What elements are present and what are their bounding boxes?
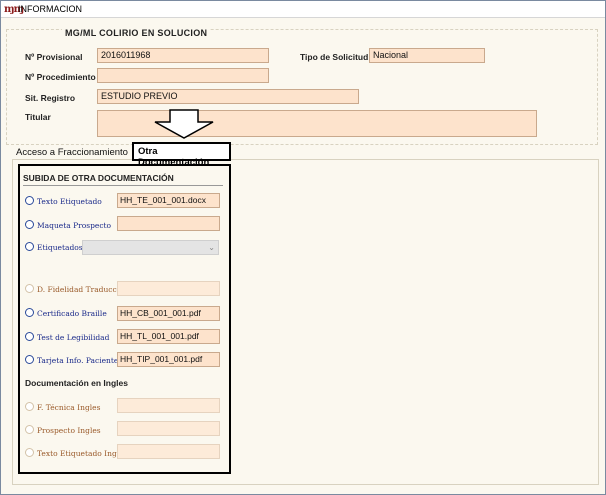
window-title: INFORMACION — [18, 4, 82, 14]
chevron-down-icon: ⌄ — [208, 243, 215, 252]
certificado-braille-label: Certificado Braille — [37, 309, 107, 318]
test-legibilidad-label: Test de Legibilidad — [37, 333, 110, 342]
tarjeta-info-paciente-label: Tarjeta Info. Paciente — [37, 356, 119, 365]
radio-fidelidad-traduccion[interactable] — [25, 284, 34, 293]
prospecto-ingles-label: Prospecto Ingles — [37, 426, 101, 435]
tipo-solicitud-field[interactable]: Nacional — [369, 48, 485, 63]
radio-prospecto-ingles[interactable] — [25, 425, 34, 434]
radio-ficha-tecnica-ingles[interactable] — [25, 402, 34, 411]
provisional-field[interactable]: 2016011968 — [97, 48, 269, 63]
procedimiento-label: Nº Procedimiento — [25, 72, 96, 82]
texto-etiquetado-label: Texto Etiquetado — [37, 197, 102, 206]
radio-test-legibilidad[interactable] — [25, 332, 34, 341]
arrow-down-icon — [154, 109, 214, 139]
radio-maqueta-prospecto[interactable] — [25, 220, 34, 229]
maqueta-prospecto-label: Maqueta Prospecto — [37, 221, 112, 230]
texto-etiquetado-ingles-label: Texto Etiquetado Ingles — [37, 449, 128, 458]
documentacion-ingles-title: Documentación en Ingles — [25, 378, 128, 388]
title-bar[interactable]: ɱɱ INFORMACION — [1, 1, 605, 18]
tipo-solicitud-label: Tipo de Solicitud — [300, 52, 369, 62]
radio-tarjeta-info-paciente[interactable] — [25, 355, 34, 364]
provisional-label: Nº Provisional — [25, 52, 83, 62]
prospecto-ingles-field[interactable] — [117, 421, 220, 436]
radio-texto-etiquetado[interactable] — [25, 196, 34, 205]
texto-etiquetado-ingles-field[interactable] — [117, 444, 220, 459]
tarjeta-info-paciente-field[interactable]: HH_TIP_001_001.pdf — [117, 352, 220, 367]
texto-etiquetado-field[interactable]: HH_TE_001_001.docx — [117, 193, 220, 208]
sit-registro-label: Sit. Registro — [25, 93, 76, 103]
procedimiento-field[interactable] — [97, 68, 269, 83]
radio-etiquetados[interactable] — [25, 242, 34, 251]
product-title: MG/ML COLIRIO EN SOLUCION — [62, 28, 211, 38]
tab-otra-documentacion[interactable]: Otra Documentación — [132, 142, 231, 168]
information-window: ɱɱ INFORMACION MG/ML COLIRIO EN SOLUCION… — [0, 0, 606, 495]
fidelidad-traduccion-label: D. Fidelidad Traducción — [37, 285, 129, 294]
etiquetados-label: Etiquetados — [37, 243, 83, 252]
maqueta-prospecto-field[interactable] — [117, 216, 220, 231]
certificado-braille-field[interactable]: HH_CB_001_001.pdf — [117, 306, 220, 321]
ficha-tecnica-ingles-label: F. Técnica Ingles — [37, 403, 101, 412]
etiquetados-dropdown[interactable]: ⌄ — [82, 240, 219, 255]
ficha-tecnica-ingles-field[interactable] — [117, 398, 220, 413]
titular-label: Titular — [25, 112, 51, 122]
test-legibilidad-field[interactable]: HH_TL_001_001.pdf — [117, 329, 220, 344]
tab-acceso-fraccionamiento[interactable]: Acceso a Fraccionamiento — [16, 147, 128, 158]
subida-divider — [23, 185, 223, 186]
subida-title: SUBIDA DE OTRA DOCUMENTACIÓN — [23, 173, 174, 183]
radio-certificado-braille[interactable] — [25, 308, 34, 317]
fidelidad-traduccion-field[interactable] — [117, 281, 220, 296]
radio-texto-etiquetado-ingles[interactable] — [25, 448, 34, 457]
sit-registro-field[interactable]: ESTUDIO PREVIO — [97, 89, 359, 104]
